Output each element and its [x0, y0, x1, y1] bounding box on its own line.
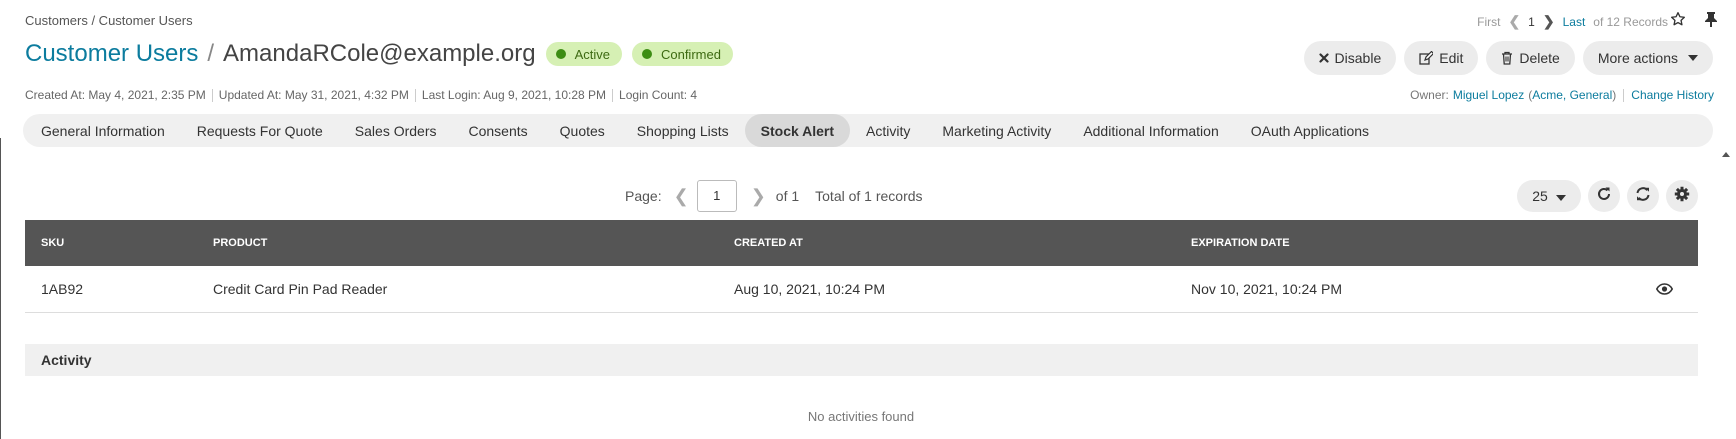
chevron-left-icon[interactable]: ❮ [1508, 13, 1520, 30]
more-actions-label: More actions [1597, 50, 1678, 66]
owner-name-link[interactable]: Miguel Lopez [1453, 88, 1524, 102]
edit-label: Edit [1439, 50, 1464, 66]
change-history-link[interactable]: Change History [1631, 88, 1714, 102]
top-icons [1670, 11, 1718, 32]
chevron-left-icon[interactable]: ❮ [674, 186, 689, 207]
divider [612, 88, 614, 102]
created-at: Created At: May 4, 2021, 2:35 PM [25, 88, 206, 102]
tab-quotes[interactable]: Quotes [544, 114, 621, 147]
badge-label: Confirmed [660, 46, 721, 62]
caret-down-icon [1555, 188, 1566, 204]
close-icon [1318, 53, 1329, 63]
owner-label: Owner: [1410, 88, 1449, 102]
page-input[interactable]: 1 [696, 180, 737, 212]
empty-activities-message: No activities found [807, 409, 915, 424]
page-label: Page: [625, 188, 662, 204]
record-pager: First ❮ 1 ❯ Last of 12 Records [1477, 13, 1668, 30]
tab-bar: General Information Requests For Quote S… [23, 114, 1713, 147]
pin-icon[interactable] [1704, 11, 1718, 32]
divider [414, 88, 416, 102]
status-badge-active: Active [545, 42, 622, 66]
page-title: Customer Users / AmandaRCole@example.org… [25, 40, 733, 68]
action-buttons: Disable Edit Delete More actions [1303, 41, 1713, 75]
pager-first[interactable]: First [1477, 15, 1500, 29]
edit-icon [1419, 51, 1434, 65]
caret-down-icon [1688, 55, 1698, 61]
pager-records: of 12 Records [1593, 14, 1668, 29]
activity-section-header: Activity [25, 344, 1698, 376]
cell-product: Credit Card Pin Pad Reader [213, 281, 388, 297]
trash-icon [1501, 51, 1513, 65]
owner-info: Owner: Miguel Lopez ( Acme, General ) Ch… [1410, 88, 1714, 102]
eye-icon[interactable] [1655, 282, 1674, 298]
grid-settings-button[interactable] [1666, 180, 1698, 212]
title-separator: / [207, 40, 215, 67]
divider [1623, 88, 1625, 102]
status-dot-icon [555, 49, 566, 59]
status-badge-confirmed: Confirmed [631, 42, 733, 66]
delete-button[interactable]: Delete [1486, 41, 1575, 75]
scroll-up-icon[interactable] [1722, 152, 1730, 157]
column-header-sku[interactable]: SKU [41, 237, 64, 249]
stock-alert-table: SKU PRODUCT CREATED AT EXPIRATION DATE 1… [25, 220, 1698, 313]
page-size-value: 25 [1532, 188, 1548, 204]
tab-sales-orders[interactable]: Sales Orders [339, 114, 453, 147]
status-dot-icon [641, 49, 652, 59]
pager-last[interactable]: Last [1563, 15, 1586, 29]
title-record: AmandaRCole@example.org [223, 40, 536, 67]
tab-consents[interactable]: Consents [453, 114, 544, 147]
edit-button[interactable]: Edit [1404, 41, 1479, 75]
sync-icon [1635, 186, 1651, 207]
column-header-expiration-date[interactable]: EXPIRATION DATE [1191, 237, 1290, 249]
star-icon[interactable] [1670, 11, 1686, 32]
delete-label: Delete [1519, 50, 1560, 66]
gear-icon [1674, 186, 1690, 207]
page-size-select[interactable]: 25 [1517, 180, 1581, 212]
disable-label: Disable [1334, 50, 1382, 66]
reset-button[interactable] [1627, 180, 1659, 212]
tab-activity[interactable]: Activity [850, 114, 926, 147]
tab-requests-for-quote[interactable]: Requests For Quote [181, 114, 339, 147]
table-row[interactable]: 1AB92 Credit Card Pin Pad Reader Aug 10,… [25, 266, 1698, 313]
column-header-product[interactable]: PRODUCT [213, 237, 267, 249]
last-login: Last Login: Aug 9, 2021, 10:28 PM [421, 88, 607, 102]
title-entity-link[interactable]: Customer Users [25, 40, 198, 68]
owner-org-close: ) [1612, 88, 1617, 102]
refresh-button[interactable] [1588, 180, 1620, 212]
disable-button[interactable]: Disable [1303, 41, 1397, 75]
badge-label: Active [574, 46, 610, 62]
chevron-right-icon[interactable]: ❯ [1543, 13, 1555, 30]
grid-toolbar: 25 [1517, 180, 1698, 212]
tab-stock-alert[interactable]: Stock Alert [744, 114, 851, 147]
tab-oauth-applications[interactable]: OAuth Applications [1235, 114, 1385, 147]
cell-created-at: Aug 10, 2021, 10:24 PM [734, 281, 885, 297]
grid-pager: Page: ❮ 1 ❯ of 1 Total of 1 records [625, 180, 923, 212]
cell-expiration-date: Nov 10, 2021, 10:24 PM [1191, 281, 1342, 297]
updated-at: Updated At: May 31, 2021, 4:32 PM [218, 88, 409, 102]
tab-additional-information[interactable]: Additional Information [1067, 114, 1234, 147]
column-header-created-at[interactable]: CREATED AT [734, 237, 803, 249]
table-header: SKU PRODUCT CREATED AT EXPIRATION DATE [25, 220, 1698, 266]
chevron-right-icon[interactable]: ❯ [751, 186, 766, 207]
breadcrumb[interactable]: Customers / Customer Users [25, 13, 193, 28]
record-meta: Created At: May 4, 2021, 2:35 PM Updated… [25, 88, 697, 102]
tab-general-information[interactable]: General Information [23, 114, 181, 147]
more-actions-button[interactable]: More actions [1582, 41, 1713, 75]
owner-org-link[interactable]: Acme, General [1532, 88, 1612, 102]
page-of: of 1 [775, 188, 800, 204]
activity-title: Activity [41, 352, 92, 368]
tab-shopping-lists[interactable]: Shopping Lists [621, 114, 745, 147]
login-count: Login Count: 4 [619, 88, 698, 102]
cell-sku: 1AB92 [41, 281, 84, 297]
left-border [0, 138, 1, 439]
pager-current: 1 [1528, 14, 1535, 29]
tab-marketing-activity[interactable]: Marketing Activity [926, 114, 1067, 147]
refresh-icon [1596, 186, 1612, 207]
divider [211, 88, 213, 102]
total-records: Total of 1 records [815, 188, 923, 204]
